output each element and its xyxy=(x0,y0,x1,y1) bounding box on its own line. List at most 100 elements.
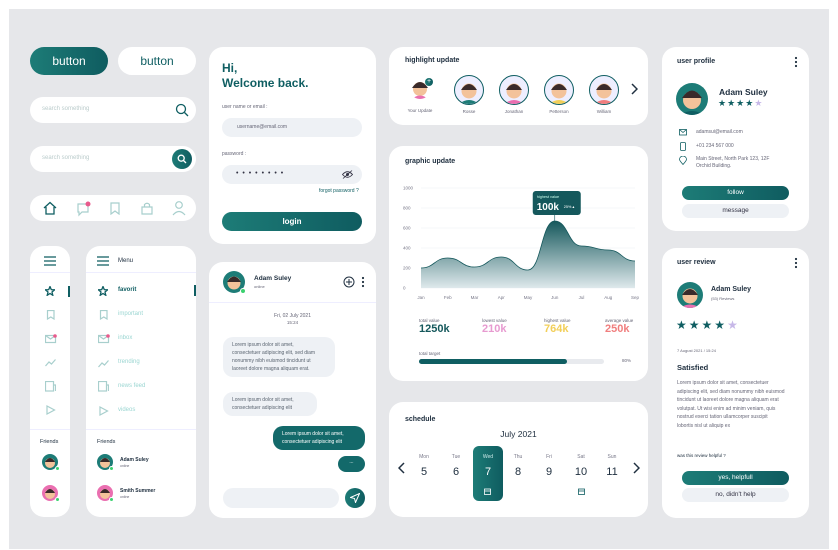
hamburger-icon[interactable] xyxy=(97,256,109,266)
follow-button[interactable]: follow xyxy=(682,186,789,200)
day-fri[interactable]: Fri 9 xyxy=(535,454,563,478)
chevron-right-icon[interactable] xyxy=(630,83,638,95)
username-field[interactable]: username@email.com xyxy=(222,118,362,137)
password-field[interactable]: • • • • • • • • xyxy=(222,165,362,184)
day-thu[interactable]: Thu 8 xyxy=(504,454,532,478)
chevron-left-icon[interactable] xyxy=(398,462,406,474)
friend-status: online xyxy=(120,495,130,499)
trending-icon[interactable] xyxy=(45,358,56,367)
secondary-button[interactable]: button xyxy=(118,47,196,75)
stat-total: total value 1250k xyxy=(419,318,450,335)
helpful-yes-button[interactable]: yes, helpfull xyxy=(682,471,789,485)
star-icon[interactable] xyxy=(45,286,55,296)
menu-item-favorit[interactable]: favorit xyxy=(86,284,196,298)
online-dot xyxy=(109,497,114,502)
trending-icon xyxy=(98,360,109,368)
add-story-button[interactable]: + xyxy=(425,78,433,86)
avatar xyxy=(544,75,574,105)
menu-item-label: inbox xyxy=(118,335,133,341)
menu-item-inbox[interactable]: inbox xyxy=(86,332,196,346)
primary-button[interactable]: button xyxy=(30,47,108,75)
narrow-sidebar: Friends xyxy=(30,246,70,517)
friend-status: online xyxy=(120,464,130,468)
friend-item[interactable]: Adam Suley online xyxy=(96,453,191,471)
day-mon[interactable]: Mon 5 xyxy=(410,454,438,478)
eye-icon[interactable] xyxy=(342,170,353,179)
story-rosse[interactable]: Rosse xyxy=(452,73,486,120)
y-tick-label: 800 xyxy=(403,206,411,211)
profile-card: user profile Adam Suley ★★★★★ adamsui@em… xyxy=(662,47,809,231)
profile-phone[interactable]: +01 234 567 000 xyxy=(696,143,734,149)
review-body: Lorem ipsum dolor sit amet, consectetuer… xyxy=(677,379,785,430)
more-vertical-icon[interactable] xyxy=(361,276,365,288)
day-number: 8 xyxy=(514,466,522,478)
story-jonathan[interactable]: Jonathan xyxy=(497,73,531,120)
friend-item[interactable]: Smith Summer online xyxy=(96,484,191,502)
search-input[interactable]: search something xyxy=(42,155,89,161)
username-placeholder: username@email.com xyxy=(237,124,288,130)
x-tick-label: May xyxy=(524,295,533,300)
greeting: Hi, xyxy=(222,61,238,75)
friends-title: Friends xyxy=(40,439,59,445)
message-button[interactable]: message xyxy=(682,204,789,218)
play-icon xyxy=(99,406,109,416)
news-icon[interactable] xyxy=(45,381,56,392)
hamburger-icon[interactable] xyxy=(44,256,56,266)
profile-email[interactable]: adamsui@email.com xyxy=(696,129,743,135)
day-label: Sun xyxy=(607,454,617,460)
bookmark-icon xyxy=(99,310,108,320)
day-label: Tue xyxy=(451,454,461,460)
login-button[interactable]: login xyxy=(222,212,362,231)
day-label: Sat xyxy=(577,454,585,460)
highlight-card: highlight update + Your Update Rosse Jon… xyxy=(389,47,648,125)
target-percent: 80% xyxy=(622,358,632,363)
chevron-right-icon[interactable] xyxy=(632,462,640,474)
user-icon[interactable] xyxy=(172,200,186,216)
y-tick-label: 600 xyxy=(403,226,411,231)
menu-item-important[interactable]: important xyxy=(86,308,196,322)
menu-item-videos[interactable]: videos xyxy=(86,404,196,418)
area-chart: 1000 800 600 400 200 0 Jan Feb Mar Apr May Jun Jul Au… xyxy=(403,186,639,301)
online-dot xyxy=(240,288,246,294)
day-sun[interactable]: Sun 11 xyxy=(598,454,626,478)
bookmark-icon[interactable] xyxy=(46,310,56,320)
password-label: password : xyxy=(222,151,247,157)
day-tue[interactable]: Tue 6 xyxy=(442,454,470,478)
helpful-no-button[interactable]: no, didn't help xyxy=(682,488,789,502)
forgot-password-link[interactable]: forgot password ? xyxy=(319,188,359,194)
password-value: • • • • • • • • xyxy=(236,170,285,177)
shopping-bag-icon[interactable] xyxy=(140,201,154,215)
menu-item-news-feed[interactable]: news feed xyxy=(86,380,196,394)
story-your-update[interactable]: + Your Update xyxy=(404,75,436,120)
story-petterson[interactable]: Petterson xyxy=(542,73,576,120)
story-william[interactable]: William xyxy=(587,73,621,120)
chat-icon[interactable] xyxy=(75,201,91,217)
online-dot xyxy=(55,466,60,471)
mail-icon[interactable] xyxy=(45,334,57,344)
star-icon: ★ xyxy=(727,318,740,332)
add-circle-icon[interactable] xyxy=(343,276,355,288)
more-vertical-icon[interactable] xyxy=(794,56,798,68)
home-icon[interactable] xyxy=(42,200,58,216)
message-input[interactable] xyxy=(223,488,339,508)
play-icon[interactable] xyxy=(46,405,56,415)
online-dot xyxy=(55,497,60,502)
more-vertical-icon[interactable] xyxy=(794,257,798,269)
search-bar-2[interactable]: search something xyxy=(30,146,196,172)
search-input[interactable]: search something xyxy=(42,106,89,112)
day-wed[interactable]: Wed 7 xyxy=(474,454,502,478)
menu-title: Menu xyxy=(118,258,134,264)
search-bar-1[interactable]: search something xyxy=(30,97,196,123)
typing-indicator: ... xyxy=(338,456,365,472)
avatar xyxy=(499,75,529,105)
username-label: user name or email : xyxy=(222,104,268,110)
bookmark-icon[interactable] xyxy=(108,201,122,215)
review-card: user review Adam Suley (53) Reviews ★★★★… xyxy=(662,248,809,518)
menu-item-trending[interactable]: trending xyxy=(86,356,196,370)
day-sat[interactable]: Sat 10 xyxy=(567,454,595,478)
star-icon: ★ xyxy=(688,318,702,332)
target-progress-track xyxy=(419,359,604,364)
day-number: 5 xyxy=(420,466,428,478)
stat-value: 764k xyxy=(544,323,569,335)
search-icon[interactable] xyxy=(175,103,189,117)
